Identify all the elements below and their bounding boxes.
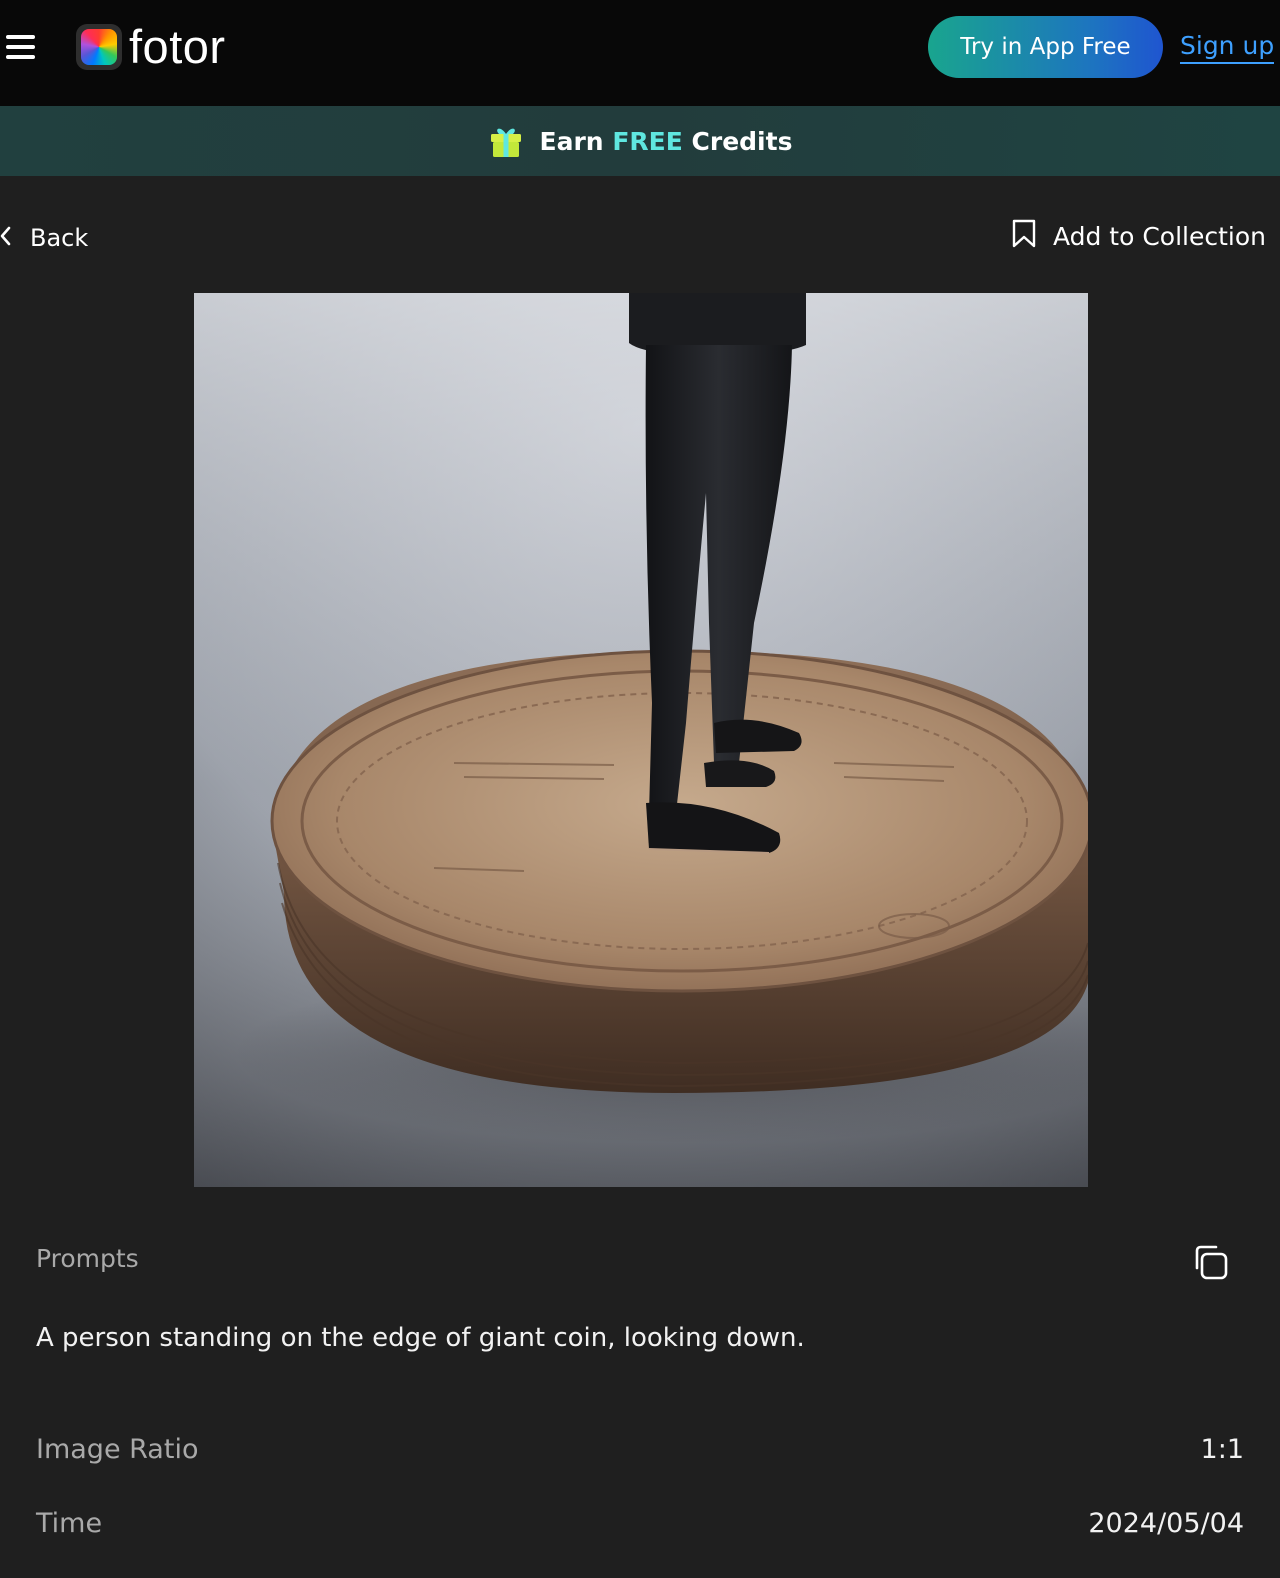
- gift-icon: [488, 123, 524, 159]
- try-in-app-button[interactable]: Try in App Free: [928, 16, 1163, 78]
- chevron-left-icon: [0, 224, 14, 252]
- time-label: Time: [36, 1508, 103, 1539]
- generated-image: [194, 293, 1088, 1187]
- earn-credits-banner[interactable]: Earn FREE Credits: [0, 106, 1280, 176]
- image-ratio-value: 1:1: [1200, 1434, 1244, 1465]
- banner-suffix: Credits: [691, 126, 793, 156]
- back-button[interactable]: Back: [0, 218, 88, 258]
- brand-name: fotor: [129, 20, 226, 73]
- menu-icon[interactable]: [6, 33, 36, 61]
- banner-prefix: Earn: [539, 126, 604, 156]
- image-ratio-label: Image Ratio: [36, 1434, 199, 1465]
- time-value: 2024/05/04: [1088, 1508, 1244, 1539]
- sign-up-link[interactable]: Sign up: [1180, 30, 1275, 64]
- earn-credits-text: Earn FREE Credits: [540, 127, 793, 156]
- fotor-logo[interactable]: fotor: [76, 22, 226, 72]
- prompt-text: A person standing on the edge of giant c…: [36, 1323, 805, 1353]
- back-label: Back: [30, 224, 89, 252]
- banner-free-highlight: FREE: [612, 126, 683, 156]
- add-to-collection-label: Add to Collection: [1052, 221, 1266, 251]
- fotor-logo-icon: [76, 24, 122, 70]
- copy-icon[interactable]: [1190, 1242, 1230, 1282]
- top-navigation-bar: fotor Try in App Free Sign up: [0, 0, 1280, 106]
- prompts-label: Prompts: [36, 1244, 139, 1273]
- add-to-collection-button[interactable]: Add to Collection: [1011, 216, 1266, 256]
- bookmark-icon: [1011, 219, 1037, 253]
